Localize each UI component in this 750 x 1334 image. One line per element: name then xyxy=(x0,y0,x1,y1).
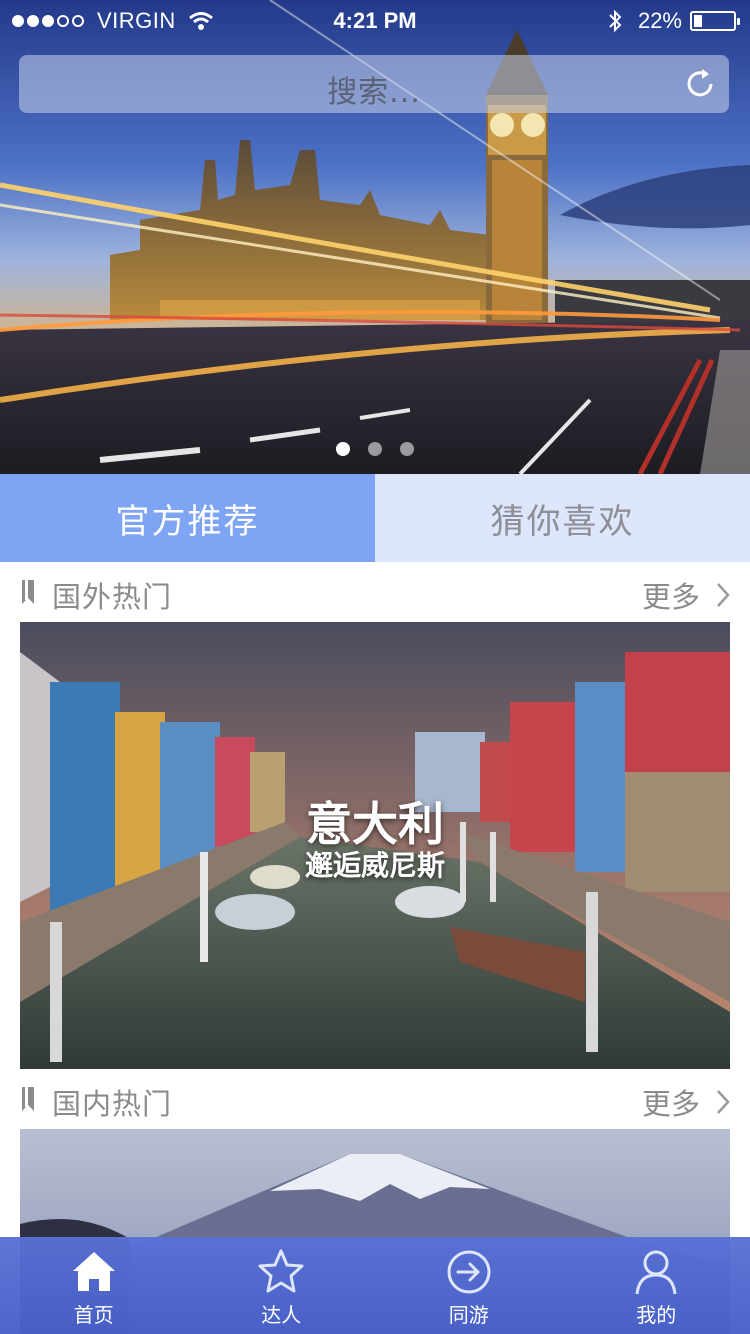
status-bar: VIRGIN 4:21 PM 22% xyxy=(0,0,750,40)
more-label[interactable]: 更多 xyxy=(642,1081,700,1123)
search-placeholder[interactable]: 搜索... xyxy=(19,67,729,111)
home-icon[interactable] xyxy=(69,1247,119,1297)
tabbar-label-home[interactable]: 首页 xyxy=(74,1299,114,1328)
arrow-circle-icon[interactable] xyxy=(444,1247,494,1297)
status-right: 22% xyxy=(608,8,740,34)
section-header-domestic: 国内热门 更多 xyxy=(0,1069,750,1129)
bookmark-icon xyxy=(22,580,34,604)
destination-card-venice[interactable]: 意大利 邂逅威尼斯 xyxy=(20,622,730,1069)
section-header-abroad: 国外热门 更多 xyxy=(0,562,750,622)
tabbar-item-home[interactable]: 首页 xyxy=(0,1237,188,1334)
battery-level xyxy=(694,15,702,27)
bookmark-icon xyxy=(22,1087,34,1111)
tabbar-label-experts[interactable]: 达人 xyxy=(261,1299,301,1328)
refresh-icon[interactable] xyxy=(683,67,717,101)
recommend-tabs: 官方推荐 猜你喜欢 xyxy=(0,474,750,562)
tabbar-label-mine[interactable]: 我的 xyxy=(636,1299,676,1328)
battery-percentage: 22% xyxy=(637,8,682,33)
star-icon[interactable] xyxy=(256,1247,306,1297)
bluetooth-icon xyxy=(609,9,622,33)
app-screen: VIRGIN 4:21 PM 22% 搜索... 官方推荐 猜你喜欢 国外热门 … xyxy=(0,0,750,1334)
section-title-domestic: 国内热门 xyxy=(52,1087,173,1121)
tabbar-item-mine[interactable]: 我的 xyxy=(563,1237,750,1334)
more-link-abroad[interactable]: 更多 xyxy=(642,574,730,616)
tab-official-recommend[interactable]: 官方推荐 xyxy=(0,474,375,562)
tabbar-item-experts[interactable]: 达人 xyxy=(188,1237,376,1334)
more-label[interactable]: 更多 xyxy=(642,574,700,616)
chevron-right-icon[interactable] xyxy=(716,1089,730,1115)
tabbar-label-travel-together[interactable]: 同游 xyxy=(449,1299,489,1328)
carousel-pager[interactable] xyxy=(0,442,750,456)
user-icon[interactable] xyxy=(631,1247,681,1297)
chevron-right-icon[interactable] xyxy=(716,582,730,608)
tab-guess-you-like[interactable]: 猜你喜欢 xyxy=(375,474,750,562)
section-title-abroad: 国外热门 xyxy=(52,580,173,614)
pager-dot-2[interactable] xyxy=(368,442,382,456)
search-bar[interactable]: 搜索... xyxy=(19,55,729,113)
more-link-domestic[interactable]: 更多 xyxy=(642,1081,730,1123)
bottom-tab-bar: 首页 达人 同游 我的 xyxy=(0,1237,750,1334)
pager-dot-1[interactable] xyxy=(336,442,350,456)
hero-banner[interactable]: VIRGIN 4:21 PM 22% 搜索... xyxy=(0,0,750,474)
pager-dot-3[interactable] xyxy=(400,442,414,456)
card-subtitle: 邂逅威尼斯 xyxy=(304,849,445,882)
tabbar-item-travel-together[interactable]: 同游 xyxy=(375,1237,563,1334)
battery-icon xyxy=(690,11,740,31)
